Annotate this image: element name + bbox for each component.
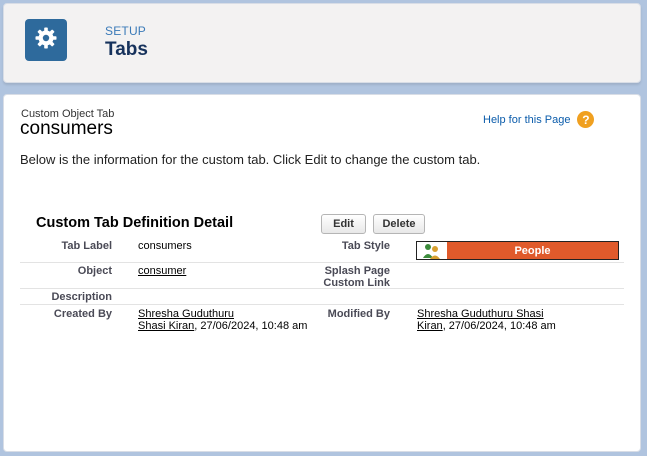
modified-by-user-link-1[interactable]: Shresha Guduthuru Shasi <box>417 308 544 320</box>
intro-text: Below is the information for the custom … <box>20 152 481 167</box>
setup-icon-box <box>25 19 67 61</box>
help-link-label[interactable]: Help for this Page <box>483 114 570 126</box>
tab-style-label: Tab Style <box>341 240 390 252</box>
tab-label-label: Tab Label <box>61 240 112 252</box>
row-divider <box>20 288 624 289</box>
modified-by-user-link-2[interactable]: Kiran <box>417 320 443 332</box>
help-icon[interactable]: ? <box>577 111 595 128</box>
row-divider <box>20 262 624 263</box>
detail-panel: Custom Object Tab consumers Help for thi… <box>3 94 641 452</box>
created-by-label: Created By <box>53 308 112 320</box>
gear-icon <box>34 26 58 55</box>
modified-by-value: Shresha Guduthuru Shasi Kiran, 27/06/202… <box>417 308 556 332</box>
object-link[interactable]: consumer <box>138 265 186 277</box>
tab-label-value: consumers <box>138 240 192 252</box>
breadcrumb-setup[interactable]: SETUP <box>105 24 146 38</box>
splash-page-label-line1: Splash Page <box>324 265 390 277</box>
people-icon <box>417 242 447 259</box>
created-by-value: Shresha Guduthuru Shasi Kiran, 27/06/202… <box>138 308 307 332</box>
description-label: Description <box>51 291 112 303</box>
created-by-date: , 27/06/2024, 10:48 am <box>194 320 308 332</box>
tab-style-name: People <box>514 244 551 257</box>
splash-page-label: Splash Page Custom Link <box>290 265 390 289</box>
created-by-user-link-1[interactable]: Shresha Guduthuru <box>138 308 234 320</box>
object-label: Object <box>77 265 112 277</box>
record-name: consumers <box>20 118 113 139</box>
help-link[interactable]: Help for this Page ? <box>483 111 595 128</box>
modified-by-date: , 27/06/2024, 10:48 am <box>442 320 556 332</box>
delete-button[interactable]: Delete <box>373 214 425 234</box>
edit-button[interactable]: Edit <box>321 214 366 234</box>
modified-by-label: Modified By <box>327 308 390 320</box>
created-by-user-link-2[interactable]: Shasi Kiran <box>138 320 194 332</box>
page-title: Tabs <box>105 39 148 60</box>
row-divider <box>20 304 624 305</box>
tab-style-swatch: People <box>416 241 619 260</box>
section-title: Custom Tab Definition Detail <box>36 215 234 231</box>
page-header: SETUP Tabs <box>3 3 641 83</box>
